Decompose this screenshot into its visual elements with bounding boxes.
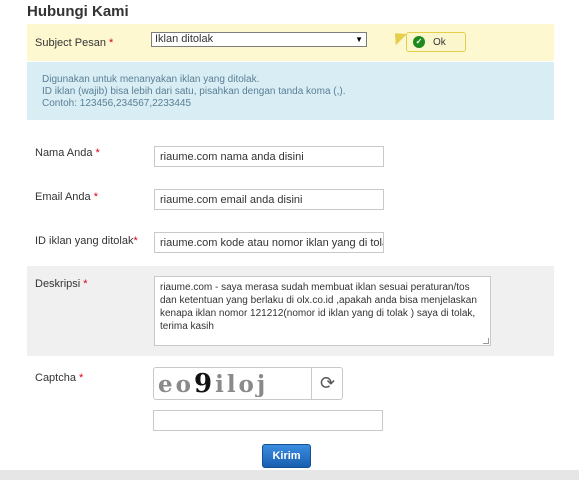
submit-button[interactable]: Kirim — [262, 444, 311, 468]
caret-down-icon: ▼ — [355, 35, 363, 44]
captcha-widget: eo9iloj ⟳ — [153, 367, 343, 400]
ok-status-badge: ✓ Ok — [406, 32, 466, 52]
subject-select[interactable]: Iklan ditolak ▼ — [151, 32, 367, 47]
info-box: Digunakan untuk menanyakan iklan yang di… — [27, 62, 554, 120]
name-input[interactable]: riaume.com nama anda disini — [154, 146, 384, 167]
email-input[interactable]: riaume.com email anda disini — [154, 189, 384, 210]
info-line: ID iklan (wajib) bisa lebih dari satu, p… — [42, 86, 346, 97]
name-row: Nama Anda * riaume.com nama anda disini — [27, 138, 554, 178]
description-textarea[interactable]: riaume.com - saya merasa sudah membuat i… — [154, 276, 491, 346]
refresh-icon[interactable]: ⟳ — [311, 368, 343, 399]
info-line: Contoh: 123456,234567,2233445 — [42, 98, 192, 109]
captcha-image: eo9iloj — [158, 371, 269, 397]
description-line: kenapa iklan nomor 121212(nomor id iklan… — [160, 308, 476, 319]
captcha-label: Captcha * — [35, 372, 84, 384]
email-row: Email Anda * riaume.com email anda disin… — [27, 181, 554, 221]
page-title: Hubungi Kami — [27, 3, 129, 20]
name-label: Nama Anda * — [35, 147, 100, 159]
description-line: riaume.com - saya merasa sudah membuat i… — [160, 282, 470, 293]
footer-strip — [0, 470, 579, 480]
ad-id-label: ID iklan yang ditolak* — [35, 235, 138, 247]
description-line: terima kasih — [160, 321, 214, 332]
description-label: Deskripsi * — [35, 278, 88, 290]
ad-id-row: ID iklan yang ditolak* riaume.com kode a… — [27, 224, 554, 266]
captcha-input[interactable] — [153, 410, 383, 431]
description-line: dan ketentuan yang berlaku di olx.co.id … — [160, 295, 477, 306]
subject-label: Subject Pesan * — [35, 37, 114, 49]
subject-row: Subject Pesan * Iklan ditolak ▼ ✓ Ok — [27, 24, 554, 61]
resize-handle[interactable] — [483, 338, 489, 344]
check-circle-icon: ✓ — [413, 36, 425, 48]
info-line: Digunakan untuk menanyakan iklan yang di… — [42, 74, 260, 85]
ad-id-input[interactable]: riaume.com kode atau nomor iklan yang di… — [154, 232, 384, 253]
email-label: Email Anda * — [35, 191, 98, 203]
description-row: Deskripsi * riaume.com - saya merasa sud… — [27, 266, 554, 356]
